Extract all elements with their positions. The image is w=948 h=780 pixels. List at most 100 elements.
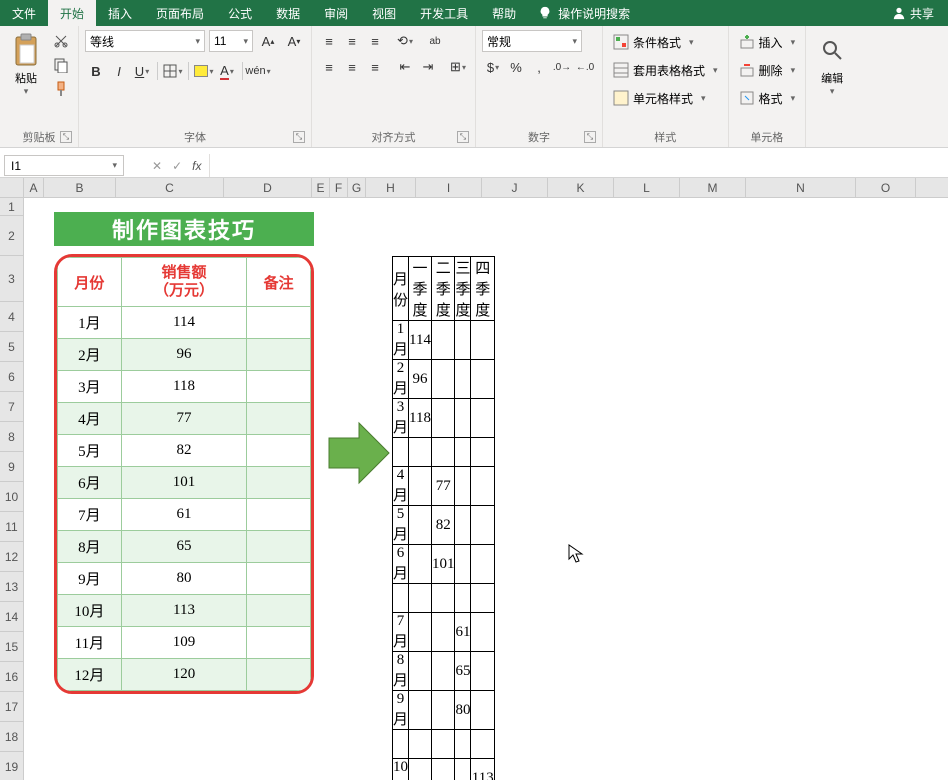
table-cell[interactable]: 77 (431, 467, 455, 506)
table-cell[interactable] (409, 545, 432, 584)
table-cell[interactable] (409, 730, 432, 759)
table-cell[interactable] (409, 584, 432, 613)
table-cell[interactable] (455, 360, 471, 399)
table-cell[interactable]: 1月 (58, 307, 122, 339)
select-all-button[interactable] (0, 178, 24, 197)
tell-me-search[interactable]: 操作说明搜索 (528, 0, 640, 26)
tab-formulas[interactable]: 公式 (216, 0, 264, 26)
currency-button[interactable]: $▾ (482, 56, 504, 78)
format-painter-button[interactable] (50, 78, 72, 100)
table-cell[interactable] (471, 438, 495, 467)
table-cell[interactable]: 96 (121, 339, 246, 371)
table-cell[interactable]: 4月 (393, 467, 409, 506)
table-cell[interactable]: 9月 (58, 563, 122, 595)
table-cell[interactable] (471, 545, 495, 584)
row-header[interactable]: 9 (0, 452, 23, 482)
table-cell[interactable]: 4月 (58, 403, 122, 435)
table-cell[interactable]: 113 (121, 595, 246, 627)
row-header[interactable]: 2 (0, 216, 23, 256)
table-cell[interactable] (471, 613, 495, 652)
indent-decrease-button[interactable]: ⇤ (394, 56, 416, 78)
format-cells-button[interactable]: 格式▾ (735, 86, 800, 110)
insert-cells-button[interactable]: 插入▾ (735, 30, 800, 54)
col-header[interactable]: L (614, 178, 680, 197)
align-top-button[interactable]: ≡ (318, 30, 340, 52)
tab-layout[interactable]: 页面布局 (144, 0, 216, 26)
table-cell[interactable]: 7月 (58, 499, 122, 531)
col-header[interactable]: O (856, 178, 916, 197)
merge-button[interactable]: ⊞▾ (447, 56, 469, 78)
orientation-button[interactable]: ⟲▾ (394, 30, 416, 52)
table-cell[interactable]: 77 (121, 403, 246, 435)
row-header[interactable]: 8 (0, 422, 23, 452)
col-header[interactable]: F (330, 178, 348, 197)
cut-button[interactable] (50, 30, 72, 52)
underline-button[interactable]: U▾ (131, 60, 153, 82)
table-cell[interactable]: 6月 (393, 545, 409, 584)
fx-icon[interactable]: fx (192, 159, 201, 173)
align-middle-button[interactable]: ≡ (341, 30, 363, 52)
align-bottom-button[interactable]: ≡ (364, 30, 386, 52)
tab-home[interactable]: 开始 (48, 0, 96, 26)
table-cell[interactable] (431, 691, 455, 730)
table-cell[interactable] (455, 584, 471, 613)
table-cell[interactable] (247, 563, 311, 595)
table-cell[interactable] (471, 321, 495, 360)
table-cell[interactable] (247, 339, 311, 371)
table-cell[interactable] (431, 652, 455, 691)
table-cell[interactable]: 12月 (58, 659, 122, 691)
table-cell[interactable]: 2月 (58, 339, 122, 371)
decrease-decimal-button[interactable]: ←.0 (574, 56, 596, 78)
table-cell[interactable]: 6月 (58, 467, 122, 499)
tab-file[interactable]: 文件 (0, 0, 48, 26)
find-button[interactable]: 编辑 ▾ (812, 30, 852, 99)
col-header[interactable]: B (44, 178, 116, 197)
row-header[interactable]: 17 (0, 692, 23, 722)
copy-button[interactable] (50, 54, 72, 76)
formula-input[interactable] (210, 154, 948, 177)
table-cell[interactable]: 114 (121, 307, 246, 339)
font-size-combo[interactable]: 11▾ (209, 30, 253, 52)
table-cell[interactable] (247, 307, 311, 339)
table-cell[interactable] (409, 759, 432, 780)
row-header[interactable]: 1 (0, 198, 23, 216)
table-cell[interactable]: 113 (471, 759, 495, 780)
table-cell[interactable] (471, 360, 495, 399)
table-cell[interactable] (431, 321, 455, 360)
wrap-text-button[interactable]: ab (424, 30, 446, 52)
table-cell[interactable]: 65 (121, 531, 246, 563)
table-cell[interactable] (247, 403, 311, 435)
col-header[interactable]: G (348, 178, 366, 197)
table-cell[interactable] (431, 584, 455, 613)
table-cell[interactable]: 114 (409, 321, 432, 360)
table-cell[interactable] (455, 545, 471, 584)
clipboard-launcher[interactable]: ⤡ (60, 131, 72, 143)
border-button[interactable]: ▾ (162, 60, 184, 82)
table-cell[interactable]: 8月 (58, 531, 122, 563)
table-cell[interactable]: 118 (409, 399, 432, 438)
table-cell[interactable]: 5月 (58, 435, 122, 467)
table-cell[interactable] (431, 759, 455, 780)
table-cell[interactable] (393, 438, 409, 467)
table-cell[interactable]: 82 (121, 435, 246, 467)
table-cell[interactable]: 118 (121, 371, 246, 403)
table-cell[interactable] (455, 759, 471, 780)
tab-insert[interactable]: 插入 (96, 0, 144, 26)
conditional-format-button[interactable]: 条件格式▾ (609, 30, 698, 54)
table-cell[interactable] (409, 467, 432, 506)
table-cell[interactable] (455, 321, 471, 360)
row-header[interactable]: 18 (0, 722, 23, 752)
bold-button[interactable]: B (85, 60, 107, 82)
table-cell[interactable] (393, 584, 409, 613)
table-cell[interactable]: 5月 (393, 506, 409, 545)
row-header[interactable]: 16 (0, 662, 23, 692)
table-cell[interactable]: 61 (455, 613, 471, 652)
table-cell[interactable]: 3月 (393, 399, 409, 438)
col-header[interactable]: E (312, 178, 330, 197)
delete-cells-button[interactable]: 删除▾ (735, 58, 800, 82)
font-name-combo[interactable]: 等线▾ (85, 30, 205, 52)
table-cell[interactable] (247, 659, 311, 691)
table-cell[interactable]: 101 (431, 545, 455, 584)
row-header[interactable]: 10 (0, 482, 23, 512)
col-header[interactable]: C (116, 178, 224, 197)
